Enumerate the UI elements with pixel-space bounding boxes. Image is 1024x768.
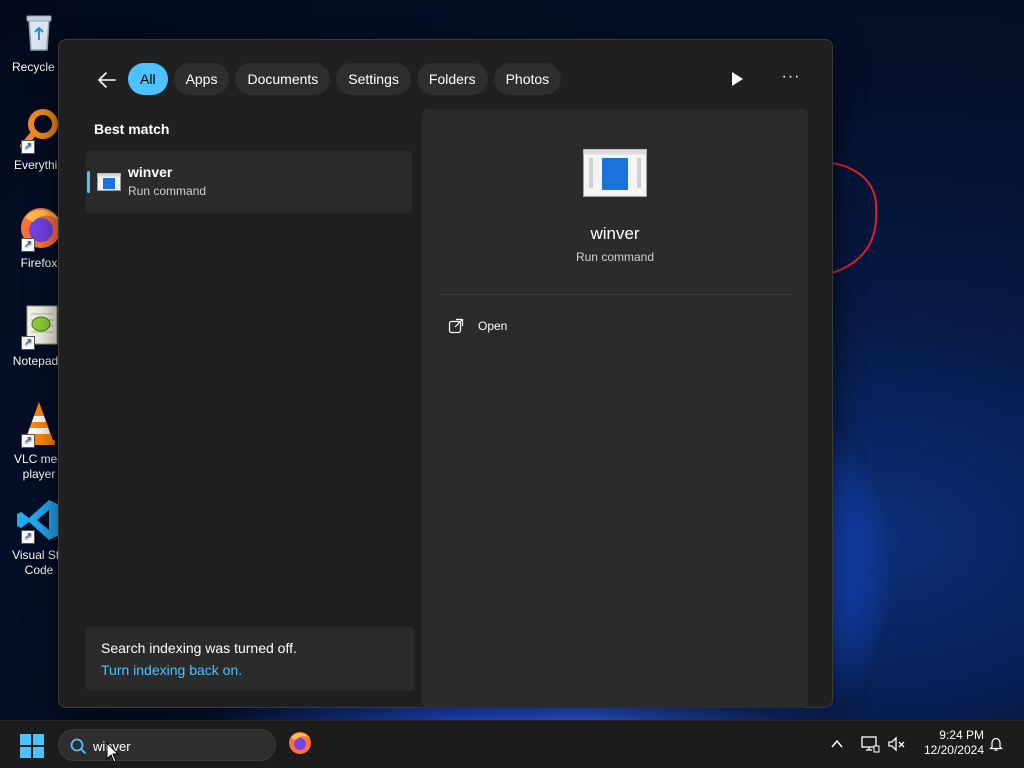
arrow-left-icon [98,72,116,88]
detail-divider [440,294,792,295]
windows-logo-icon [20,734,44,758]
bell-icon [989,737,1003,751]
filter-tabs: All Apps Documents Settings Folders Phot… [128,63,562,95]
filter-tab-folders[interactable]: Folders [416,63,488,95]
shortcut-arrow-icon: ↗ [21,530,35,544]
search-panel: All Apps Documents Settings Folders Phot… [58,39,833,708]
shortcut-arrow-icon: ↗ [21,336,35,350]
indexing-notice: Search indexing was turned off. Turn ind… [86,627,414,691]
filter-tab-photos[interactable]: Photos [493,63,562,95]
turn-indexing-on-link[interactable]: Turn indexing back on. [101,662,242,678]
best-match-heading: Best match [94,121,170,137]
open-action[interactable]: Open [448,315,507,337]
taskbar-firefox-button[interactable] [288,731,312,755]
vlc-icon: ↗ [15,400,63,448]
mouse-cursor-icon [106,742,120,763]
network-status-button[interactable] [860,734,880,754]
open-action-label: Open [478,319,508,333]
red-annotation-scribble [831,162,878,274]
everything-search-icon: ↗ [15,106,63,154]
filter-tab-settings[interactable]: Settings [336,63,411,95]
taskbar-clock[interactable]: 9:24 PM 12/20/2024 [912,728,984,758]
vscode-icon: ↗ [15,496,63,544]
detail-title: winver [590,224,640,243]
more-options-button[interactable]: ··· [779,68,803,90]
clock-date: 12/20/2024 [923,743,984,757]
volume-button[interactable] [886,734,906,754]
filter-tab-all[interactable]: All [128,63,168,95]
filter-tab-documents[interactable]: Documents [235,63,331,95]
best-match-result[interactable]: winver Run command [86,151,412,213]
clock-time: 9:24 PM [939,728,984,742]
volume-muted-icon [888,736,905,752]
result-subtitle: Run command [128,184,207,198]
back-button[interactable] [95,68,119,92]
start-button[interactable] [20,734,44,758]
play-icon [732,72,743,86]
run-command-icon [97,173,121,196]
filter-tab-apps[interactable]: Apps [173,63,230,95]
notifications-button[interactable] [988,736,1004,752]
shortcut-arrow-icon: ↗ [21,140,35,154]
shortcut-arrow-icon: ↗ [21,434,35,448]
indexing-message: Search indexing was turned off. [101,640,297,656]
more-filters-button[interactable] [727,68,747,90]
result-detail-pane: winver Run command Open [422,109,808,708]
show-hidden-icons-button[interactable] [829,736,845,752]
shortcut-arrow-icon: ↗ [21,238,35,252]
recycle-bin-icon [15,8,63,56]
taskbar-search-box[interactable] [58,729,276,761]
run-command-large-icon [583,149,647,202]
firefox-icon: ↗ [15,204,63,252]
chevron-up-icon [831,739,843,748]
detail-subtitle: Run command [575,250,655,264]
result-title: winver [128,164,173,180]
search-icon [70,738,86,754]
firefox-icon [289,732,311,754]
ellipsis-icon: ··· [781,68,801,85]
selection-indicator [87,171,90,193]
open-external-icon [448,318,464,334]
network-icon [861,736,880,753]
notepadpp-icon: ↗ [15,302,63,350]
